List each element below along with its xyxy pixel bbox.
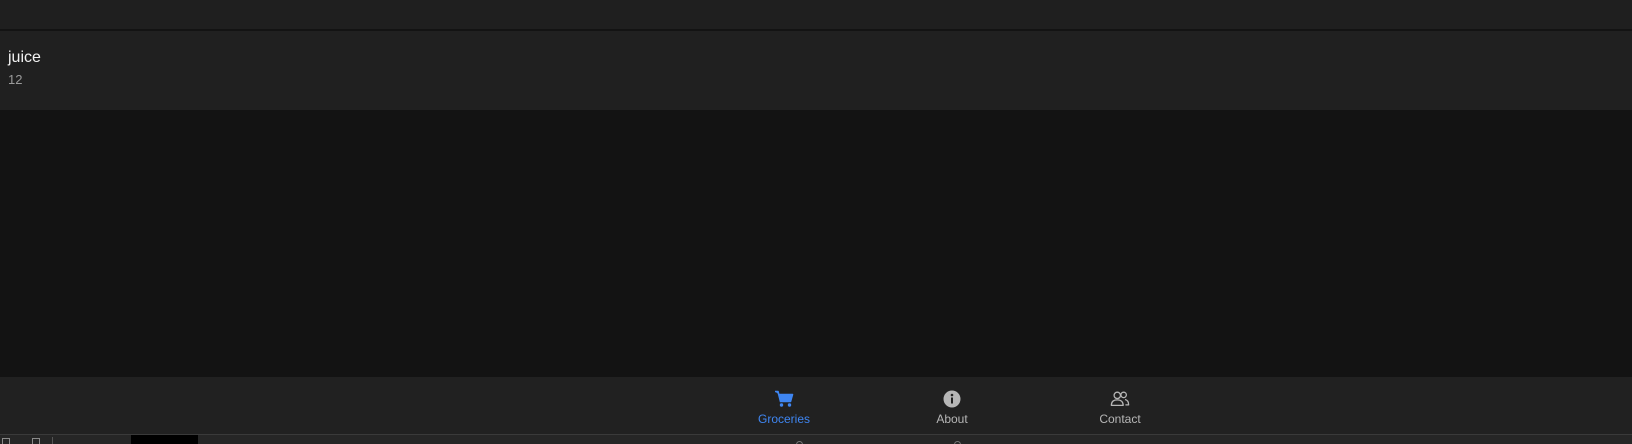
nav-item-groceries[interactable]: Groceries	[724, 377, 844, 434]
nav-label-about: About	[936, 412, 968, 426]
top-strip	[0, 0, 1632, 29]
taskbar-divider	[52, 437, 53, 444]
window-icon[interactable]	[2, 438, 10, 444]
nav-label-groceries: Groceries	[757, 412, 810, 426]
list-item[interactable]: juice 12	[0, 31, 1632, 110]
nav-item-contact[interactable]: Contact	[1060, 377, 1180, 434]
bottom-navigation: Groceries About Contact	[0, 377, 1632, 434]
cart-icon	[774, 389, 794, 409]
nav-item-about[interactable]: About	[892, 377, 1012, 434]
item-quantity: 12	[8, 72, 23, 87]
taskbar-app-thumbnail[interactable]	[131, 435, 198, 444]
item-name: juice	[8, 49, 41, 66]
taskbar	[0, 434, 1632, 444]
nav-label-contact: Contact	[1099, 412, 1141, 426]
people-icon	[1110, 389, 1130, 409]
grocery-list: juice 12	[0, 31, 1632, 110]
document-icon[interactable]	[32, 438, 40, 444]
info-icon	[942, 389, 962, 409]
app-window: juice 12 Groceries About Contact	[0, 0, 1632, 444]
